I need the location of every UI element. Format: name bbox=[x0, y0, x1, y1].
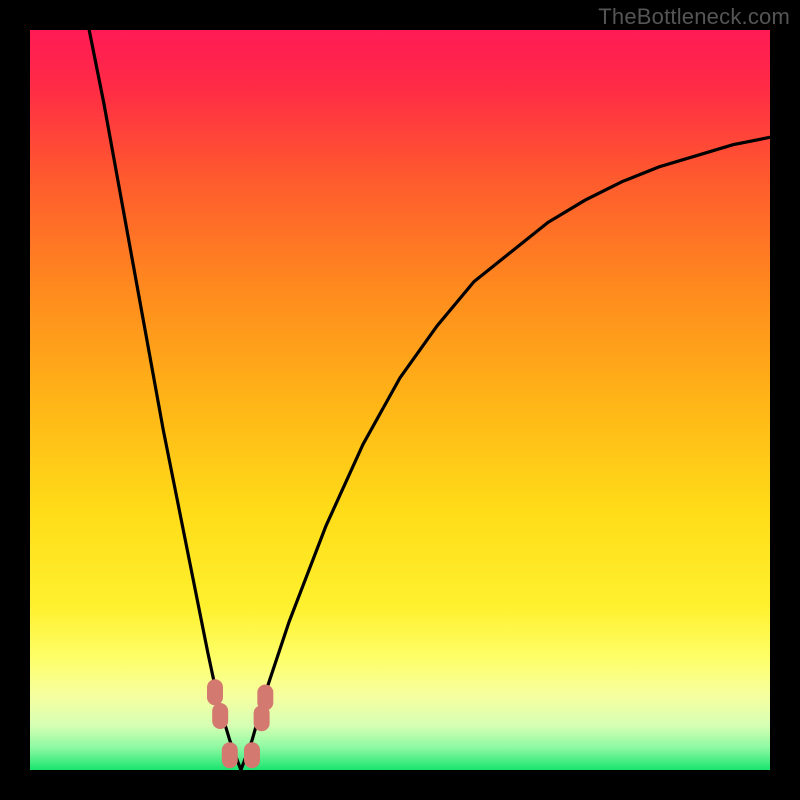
chart-frame: TheBottleneck.com bbox=[0, 0, 800, 800]
data-marker bbox=[207, 679, 223, 705]
data-marker bbox=[212, 703, 228, 729]
curve-right-branch bbox=[241, 137, 770, 770]
data-marker bbox=[244, 742, 260, 768]
plot-area bbox=[30, 30, 770, 770]
data-markers bbox=[207, 679, 273, 768]
bottleneck-curve bbox=[30, 30, 770, 770]
curve-left-branch bbox=[89, 30, 241, 770]
data-marker bbox=[257, 684, 273, 710]
watermark-text: TheBottleneck.com bbox=[598, 4, 790, 30]
data-marker bbox=[222, 742, 238, 768]
